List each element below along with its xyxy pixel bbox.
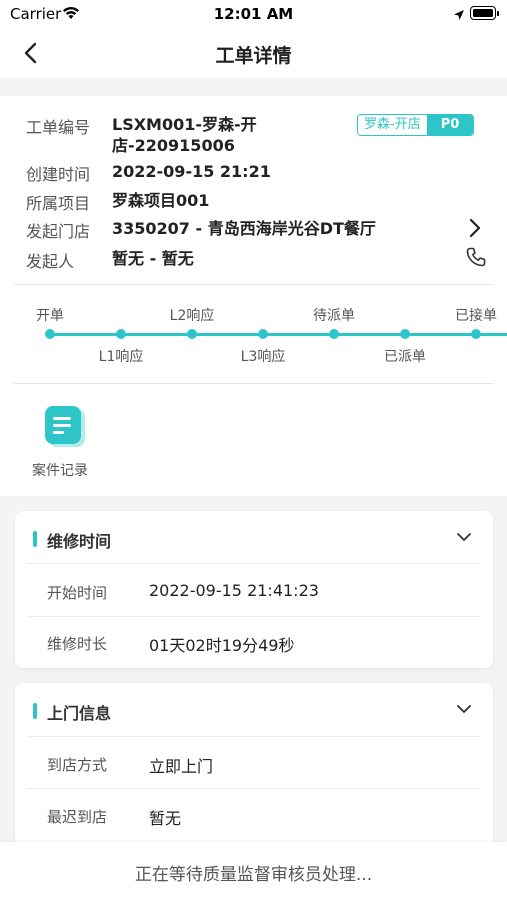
- arrival-method-value: 立即上门: [149, 757, 214, 776]
- timeline-dot-5: [329, 329, 339, 339]
- section-divider: [27, 563, 481, 564]
- arrival-method-label: 到店方式: [47, 756, 108, 774]
- order-no-line2: 店-220915006: [112, 136, 235, 155]
- status-bar: Carrier 12:01 AM: [0, 0, 507, 28]
- start-time-label: 开始时间: [47, 584, 108, 602]
- timeline-label-5: 待派单: [313, 308, 355, 324]
- order-no-line1: LSXM001-罗森-开: [112, 115, 257, 134]
- page-title: 工单详情: [215, 45, 292, 67]
- initiator-label: 发起人: [26, 252, 75, 271]
- initiator-value: 暂无 - 暂无: [112, 249, 194, 268]
- chevron-down-icon[interactable]: [455, 528, 473, 546]
- timeline-dot-7: [471, 329, 481, 339]
- divider: [14, 284, 494, 285]
- chevron-right-icon: [468, 218, 482, 242]
- order-no-label: 工单编号: [26, 118, 91, 137]
- section-accent: [33, 531, 37, 547]
- divider: [14, 383, 494, 384]
- section-accent: [33, 703, 37, 719]
- timeline-label-2: L1响应: [98, 349, 144, 365]
- latest-arrival-label: 最迟到店: [47, 808, 108, 826]
- duration-label: 维修时长: [47, 635, 108, 653]
- row-divider: [27, 788, 481, 789]
- battery-tip: [497, 11, 499, 16]
- bottom-status-bar: 正在等待质量监督审核员处理...: [0, 842, 507, 900]
- timeline-label-7: 已接单: [455, 308, 497, 324]
- store-row[interactable]: 发起门店 3350207 - 青岛西海岸光谷DT餐厅: [14, 212, 494, 244]
- timeline-dot-2: [116, 329, 126, 339]
- phone-icon[interactable]: [465, 246, 487, 272]
- project-label: 所属项目: [26, 194, 91, 213]
- section-divider: [27, 736, 481, 737]
- repair-time-card: 维修时间 开始时间 2022-09-15 21:41:23 维修时长 01天02…: [15, 511, 493, 668]
- store-label: 发起门店: [26, 222, 91, 241]
- timeline-label-6: 已派单: [384, 349, 426, 365]
- timeline-label-4: L3响应: [240, 349, 286, 365]
- timeline-dot-6: [400, 329, 410, 339]
- created-value: 2022-09-15 21:21: [112, 162, 271, 181]
- store-value: 3350207 - 青岛西海岸光谷DT餐厅: [112, 219, 376, 238]
- timeline-label-3: L2响应: [169, 308, 215, 324]
- visit-info-title: 上门信息: [47, 704, 112, 723]
- repair-time-title: 维修时间: [47, 532, 112, 551]
- order-tag: 罗森-开店 P0: [357, 114, 475, 136]
- timeline-label-1: 开单: [36, 308, 64, 324]
- created-label: 创建时间: [26, 165, 91, 184]
- priority-badge: P0: [426, 115, 474, 135]
- case-record-label[interactable]: 案件记录: [32, 460, 88, 480]
- start-time-value: 2022-09-15 21:41:23: [149, 581, 319, 600]
- chevron-down-icon[interactable]: [455, 700, 473, 718]
- duration-value: 01天02时19分49秒: [149, 636, 295, 655]
- timeline-dot-4: [258, 329, 268, 339]
- location-arrow-icon: [453, 7, 465, 25]
- clock: 12:01 AM: [213, 5, 294, 23]
- battery-icon: [470, 6, 496, 20]
- timeline-dot-3: [187, 329, 197, 339]
- row-divider: [27, 616, 481, 617]
- project-value: 罗森项目001: [112, 191, 210, 210]
- timeline-dot-1: [45, 329, 55, 339]
- case-record-icon[interactable]: [42, 404, 88, 450]
- waiting-message: 正在等待质量监督审核员处理...: [134, 865, 373, 885]
- nav-bar: 工单详情: [0, 28, 507, 78]
- visit-info-card: 上门信息 到店方式 立即上门 最迟到店 暂无: [15, 683, 493, 858]
- latest-arrival-value: 暂无: [149, 809, 182, 828]
- tag-text: 罗森-开店: [358, 115, 427, 135]
